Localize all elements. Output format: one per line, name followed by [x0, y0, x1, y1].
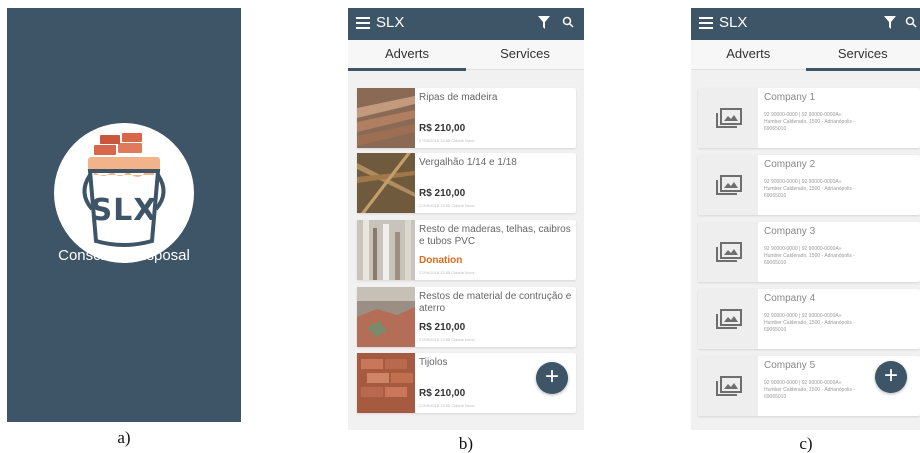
- add-button[interactable]: +: [536, 362, 568, 394]
- advert-title: Vergalhão 1/14 e 1/18: [419, 157, 517, 168]
- logo-text: SLX: [90, 193, 158, 228]
- app-title: SLX: [719, 14, 748, 31]
- tab-adverts[interactable]: Adverts: [348, 40, 466, 71]
- hamburger-menu-icon[interactable]: [699, 17, 713, 29]
- advert-card[interactable]: Resto de maderas, telhas, caibros e tubo…: [357, 220, 576, 280]
- image-placeholder-icon: [716, 108, 742, 128]
- service-address: Humber Calderado, 1500 - Adrianópolis -: [764, 119, 855, 125]
- app-logo: SLX: [54, 123, 194, 263]
- advert-card[interactable]: Restos de material de contrução e aterro…: [357, 287, 576, 347]
- advert-price: R$ 210,00: [419, 123, 466, 134]
- hamburger-menu-icon[interactable]: [356, 17, 370, 29]
- advert-title: Ripas de madeira: [419, 92, 498, 103]
- advert-meta: 27/09/2018 13:55 Cidade Nova: [419, 138, 475, 143]
- add-icon: +: [883, 362, 898, 389]
- search-icon[interactable]: [905, 16, 917, 28]
- service-address: Humber Calderado, 1500 - Adrianópolis -: [764, 320, 855, 326]
- splash-screen: SLX Conscious Disposal: [7, 8, 241, 422]
- service-card[interactable]: Company 2 92 90000-0000 | 92 90000-0000A…: [698, 155, 920, 215]
- search-icon[interactable]: [562, 16, 574, 28]
- advert-meta: 27/09/2018 13:55 Cidade Nova: [419, 337, 475, 342]
- advert-photo: [357, 220, 415, 280]
- service-thumbnail: [698, 356, 758, 416]
- advert-meta: 27/09/2018 13:55 Cidade Nova: [419, 403, 475, 408]
- service-zip: 69065010: [764, 126, 787, 132]
- tab-bar: Adverts Services: [348, 40, 584, 71]
- advert-price: R$ 210,00: [419, 388, 466, 399]
- app-bar: SLX: [348, 8, 584, 40]
- service-address: Humber Calderado, 1500 - Adrianópolis -: [764, 253, 855, 259]
- advert-photo: [357, 88, 415, 148]
- adverts-screen: SLX Adverts Services Ripas de madeira R$…: [348, 8, 584, 430]
- splash-title: Conscious Disposal: [58, 247, 190, 264]
- advert-photo: [357, 353, 415, 413]
- service-name: Company 5: [764, 360, 816, 371]
- advert-title: Resto de maderas, telhas, caibros e tubo…: [419, 224, 571, 247]
- service-phones: 92 90000-0000 | 92 90000-0000A»: [764, 179, 842, 185]
- service-phones: 92 90000-0000 | 92 90000-0000A»: [764, 112, 842, 118]
- service-phones: 92 90000-0000 | 92 90000-0000A»: [764, 313, 842, 319]
- service-card[interactable]: Company 1 92 90000-0000 | 92 90000-0000A…: [698, 88, 920, 148]
- app-title: SLX: [376, 14, 405, 31]
- service-phones: 92 90000-0000 | 92 90000-0000A»: [764, 246, 842, 252]
- tab-services[interactable]: Services: [805, 40, 920, 71]
- advert-card[interactable]: Ripas de madeira R$ 210,00 27/09/2018 13…: [357, 88, 576, 148]
- add-button[interactable]: +: [875, 361, 907, 393]
- service-name: Company 2: [764, 159, 816, 170]
- service-zip: 69065010: [764, 193, 787, 199]
- service-card[interactable]: Company 3 92 90000-0000 | 92 90000-0000A…: [698, 222, 920, 282]
- services-screen: SLX Adverts Services Company 1 92 90000-…: [691, 8, 920, 430]
- caption-c: c): [799, 434, 813, 453]
- filter-icon[interactable]: [538, 16, 550, 30]
- service-name: Company 3: [764, 226, 816, 237]
- advert-price: R$ 210,00: [419, 322, 466, 333]
- add-icon: +: [544, 363, 559, 390]
- advert-title: Restos de material de contrução e aterro: [419, 291, 572, 314]
- service-address: Humber Calderado, 1500 - Adrianópolis -: [764, 186, 855, 192]
- advert-meta: 27/09/2018 13:55 Cidade Nova: [419, 270, 475, 275]
- filter-icon[interactable]: [884, 16, 896, 30]
- service-name: Company 4: [764, 293, 816, 304]
- service-zip: 69065010: [764, 260, 787, 266]
- advert-meta: 27/09/2018 13:55 Cidade Nova: [419, 203, 475, 208]
- tab-bar: Adverts Services: [691, 40, 920, 71]
- image-placeholder-icon: [716, 309, 742, 329]
- app-bar: SLX: [691, 8, 920, 40]
- tab-adverts[interactable]: Adverts: [691, 40, 806, 70]
- caption-a: a): [117, 428, 131, 447]
- service-name: Company 1: [764, 92, 816, 103]
- image-placeholder-icon: [716, 175, 742, 195]
- service-thumbnail: [698, 88, 758, 148]
- advert-price: R$ 210,00: [419, 188, 466, 199]
- image-placeholder-icon: [716, 376, 742, 396]
- tab-services[interactable]: Services: [466, 40, 584, 70]
- service-zip: 69065010: [764, 327, 787, 333]
- advert-card[interactable]: Vergalhão 1/14 e 1/18 R$ 210,00 27/09/20…: [357, 153, 576, 213]
- service-thumbnail: [698, 222, 758, 282]
- service-card[interactable]: Company 4 92 90000-0000 | 92 90000-0000A…: [698, 289, 920, 349]
- caption-b: b): [458, 434, 474, 453]
- donation-label: Donation: [419, 255, 463, 266]
- advert-photo: [357, 153, 415, 213]
- service-zip: 69065010: [764, 394, 787, 400]
- advert-photo: [357, 287, 415, 347]
- service-thumbnail: [698, 289, 758, 349]
- service-thumbnail: [698, 155, 758, 215]
- image-placeholder-icon: [716, 242, 742, 262]
